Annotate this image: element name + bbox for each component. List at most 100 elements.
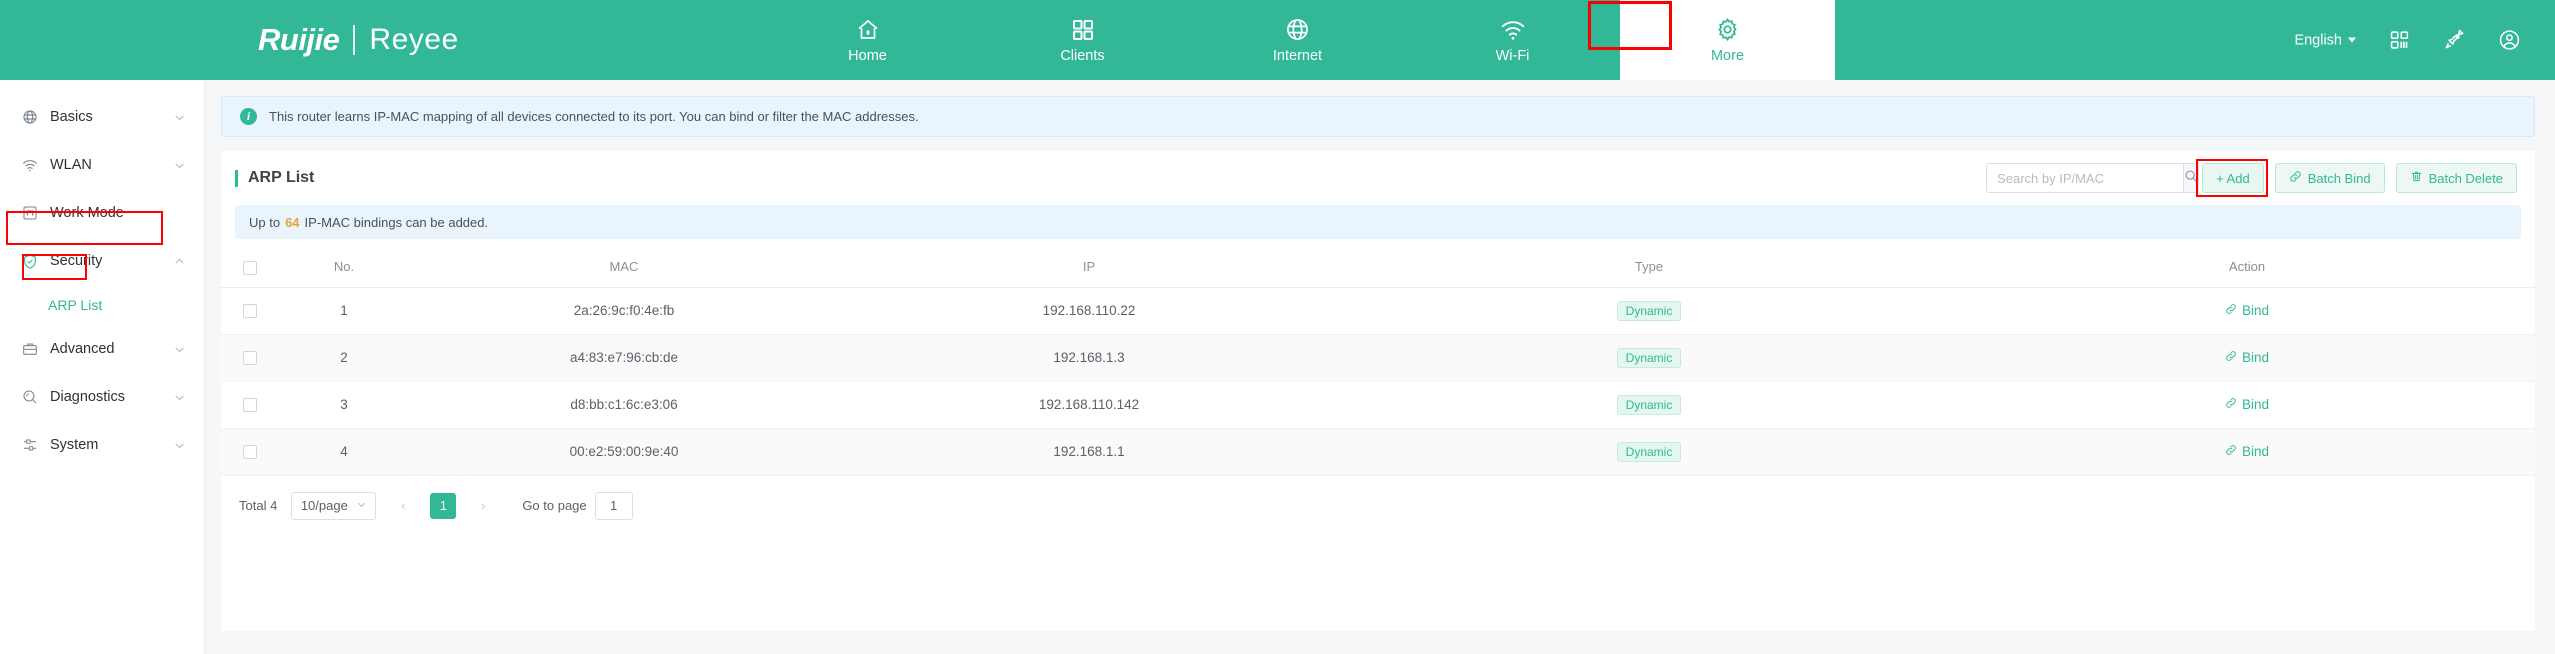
nav-item-internet[interactable]: Internet xyxy=(1190,0,1405,80)
main-nav: Home Clients Internet Wi-Fi More xyxy=(760,0,1835,80)
bind-action-label: Bind xyxy=(2241,303,2270,319)
total-count: Total 4 xyxy=(239,498,278,514)
row-checkbox[interactable] xyxy=(243,351,257,366)
arp-list-card: ARP List + Add xyxy=(221,151,2535,631)
status-badge: Dynamic xyxy=(1616,300,1682,321)
column-header-ip: IP xyxy=(839,247,1339,288)
nav-label-home: Home xyxy=(848,47,887,64)
nav-label-wifi: Wi-Fi xyxy=(1495,47,1530,64)
sidebar-item-work-mode[interactable]: Work Mode xyxy=(0,189,204,237)
home-icon xyxy=(855,17,881,43)
batch-bind-button[interactable]: Batch Bind xyxy=(2274,163,2385,193)
cell-mac: 2a:26:9c:f0:4e:fb xyxy=(409,287,839,335)
row-select-cell xyxy=(221,287,279,335)
nav-item-wifi[interactable]: Wi-Fi xyxy=(1405,0,1620,80)
go-to-page-input[interactable] xyxy=(594,491,633,520)
row-select-cell xyxy=(221,381,279,429)
bind-action-label: Bind xyxy=(2241,444,2270,460)
sidebar-item-basics[interactable]: Basics xyxy=(0,93,204,141)
search-button[interactable] xyxy=(2183,163,2200,193)
notice-prefix: Up to xyxy=(249,214,281,230)
page-number-1[interactable]: 1 xyxy=(430,492,457,519)
sidebar-item-arp-list[interactable]: ARP List xyxy=(0,285,204,325)
link-icon xyxy=(2225,397,2237,412)
bind-action-link[interactable]: Bind xyxy=(2225,350,2269,365)
sidebar-item-diagnostics[interactable]: Diagnostics xyxy=(0,373,204,421)
prev-page-button[interactable]: ‹ xyxy=(390,493,416,519)
row-checkbox[interactable] xyxy=(243,445,257,460)
cell-type: Dynamic xyxy=(1339,287,1959,335)
bind-action-label: Bind xyxy=(2241,397,2270,413)
page-size-label: 10/page xyxy=(300,498,348,514)
cell-mac: d8:bb:c1:6c:e3:06 xyxy=(409,381,839,429)
trash-icon xyxy=(2410,170,2423,186)
info-banner: i This router learns IP-MAC mapping of a… xyxy=(221,96,2535,137)
go-to-page-label: Go to page xyxy=(522,498,587,514)
next-page-button[interactable]: › xyxy=(470,493,496,519)
row-checkbox[interactable] xyxy=(243,304,257,319)
cell-no: 4 xyxy=(279,428,409,476)
add-button[interactable]: + Add xyxy=(2202,163,2264,193)
link-icon xyxy=(2289,170,2302,186)
workmode-icon xyxy=(22,205,46,221)
brand-ruijie: Ruijie xyxy=(258,22,340,57)
cell-type: Dynamic xyxy=(1339,381,1959,429)
batch-delete-label: Batch Delete xyxy=(2428,170,2503,186)
user-account-icon[interactable] xyxy=(2498,29,2521,52)
sidebar-nav: Basics WLAN Work Mode Security ARP List … xyxy=(0,80,205,654)
briefcase-icon xyxy=(22,341,46,357)
bind-action-label: Bind xyxy=(2241,350,2270,366)
sidebar-item-security[interactable]: Security xyxy=(0,237,204,285)
cell-type: Dynamic xyxy=(1339,428,1959,476)
sidebar-label-basics: Basics xyxy=(50,109,93,125)
brand-reyee: Reyee xyxy=(369,23,459,56)
binding-limit-notice: Up to 64 IP-MAC bindings can be added. xyxy=(235,205,2521,239)
table-row: 1 2a:26:9c:f0:4e:fb 192.168.110.22 Dynam… xyxy=(221,287,2535,335)
arp-table: No. MAC IP Type Action 1 2a:26:9c:f0:4e:… xyxy=(221,247,2535,476)
nav-label-clients: Clients xyxy=(1060,47,1105,64)
chevron-down-icon xyxy=(2348,37,2356,43)
nav-label-more: More xyxy=(1710,47,1745,64)
table-header-row: No. MAC IP Type Action xyxy=(221,247,2535,288)
sidebar-label-work-mode: Work Mode xyxy=(50,205,124,221)
nav-label-internet: Internet xyxy=(1272,47,1323,64)
card-toolbar: + Add Batch Bind xyxy=(1986,159,2517,197)
nav-item-more[interactable]: More xyxy=(1620,0,1835,80)
cell-type: Dynamic xyxy=(1339,334,1959,382)
sidebar-item-advanced[interactable]: Advanced xyxy=(0,325,204,373)
table-row: 4 00:e2:59:00:9e:40 192.168.1.1 Dynamic xyxy=(221,428,2535,476)
sidebar-item-system[interactable]: System xyxy=(0,421,204,469)
bind-action-link[interactable]: Bind xyxy=(2225,397,2269,412)
sidebar-label-system: System xyxy=(50,437,99,453)
gear-icon xyxy=(1715,17,1740,43)
info-banner-text: This router learns IP-MAC mapping of all… xyxy=(269,109,919,124)
grid-icon xyxy=(1071,17,1095,43)
add-button-label: + Add xyxy=(2216,170,2250,186)
page-title: ARP List xyxy=(248,169,315,186)
sidebar-label-wlan: WLAN xyxy=(50,157,92,173)
nav-item-clients[interactable]: Clients xyxy=(975,0,1190,80)
cell-action: Bind xyxy=(1959,287,2535,335)
rocket-icon[interactable] xyxy=(2443,29,2465,51)
bind-action-link[interactable]: Bind xyxy=(2225,444,2269,459)
chevron-down-icon xyxy=(173,391,186,404)
status-badge: Dynamic xyxy=(1616,441,1682,462)
search-input[interactable] xyxy=(1986,163,2184,193)
table-header: No. MAC IP Type Action xyxy=(221,247,2535,288)
sidebar-label-diagnostics: Diagnostics xyxy=(50,389,125,405)
sidebar-item-wlan[interactable]: WLAN xyxy=(0,141,204,189)
nav-item-home[interactable]: Home xyxy=(760,0,975,80)
page-body: Basics WLAN Work Mode Security ARP List … xyxy=(0,80,2555,654)
select-all-checkbox[interactable] xyxy=(243,260,257,275)
chevron-down-icon xyxy=(173,159,186,172)
card-header: ARP List + Add xyxy=(221,151,2535,205)
header-right-tools: English xyxy=(2294,29,2521,52)
language-selector[interactable]: English xyxy=(2294,32,2356,48)
table-row: 3 d8:bb:c1:6c:e3:06 192.168.110.142 Dyna… xyxy=(221,381,2535,429)
page-size-select[interactable]: 10/page xyxy=(291,491,377,520)
row-checkbox[interactable] xyxy=(243,398,257,413)
bind-action-link[interactable]: Bind xyxy=(2225,303,2269,318)
qrcode-icon[interactable] xyxy=(2389,30,2410,51)
cell-ip: 192.168.1.3 xyxy=(839,334,1339,382)
batch-delete-button[interactable]: Batch Delete xyxy=(2395,163,2517,193)
